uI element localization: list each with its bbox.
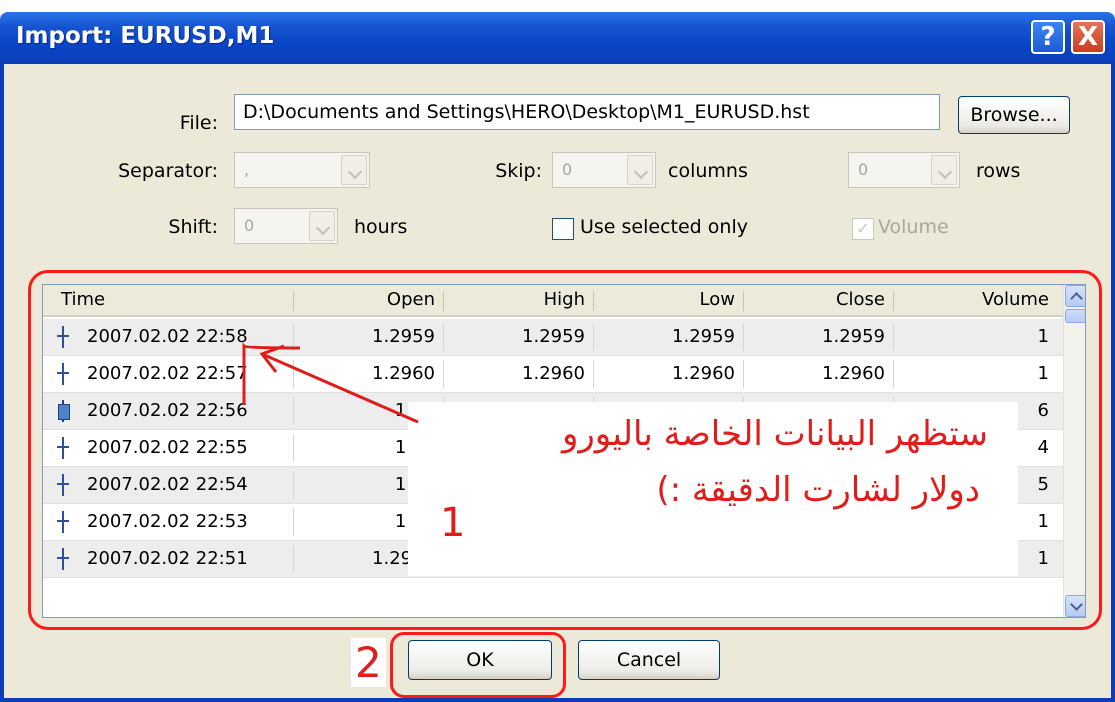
separator-value: ,	[244, 160, 250, 179]
file-path-field[interactable]: D:\Documents and Settings\HERO\Desktop\M…	[234, 94, 940, 130]
title-bar[interactable]: Import: EURUSD,M1 ? X	[0, 12, 1115, 64]
highlight-ok-box	[390, 632, 566, 698]
use-selected-checkbox[interactable]	[552, 218, 574, 240]
cancel-button[interactable]: Cancel	[578, 640, 720, 680]
step-number-2: 2	[351, 638, 386, 687]
shift-value: 0	[244, 216, 255, 235]
hours-label: hours	[354, 216, 408, 238]
columns-label: columns	[668, 160, 748, 182]
separator-label: Separator:	[118, 160, 218, 182]
separator-select[interactable]: ,	[234, 152, 370, 188]
skip-label: Skip:	[495, 160, 542, 182]
file-label: File:	[179, 112, 218, 134]
skip-rows-select[interactable]: 0	[848, 152, 960, 188]
chevron-down-icon[interactable]	[931, 155, 957, 185]
chevron-down-icon[interactable]	[309, 211, 335, 241]
chevron-down-icon[interactable]	[341, 155, 367, 185]
volume-label: Volume	[878, 216, 949, 238]
use-selected-label[interactable]: Use selected only	[580, 216, 748, 238]
skip-columns-select[interactable]: 0	[552, 152, 656, 188]
chevron-down-icon[interactable]	[627, 155, 653, 185]
shift-select[interactable]: 0	[234, 208, 338, 244]
rows-label: rows	[976, 160, 1021, 182]
skip-columns-value: 0	[562, 160, 573, 179]
highlight-table-box	[28, 270, 1102, 630]
help-button[interactable]: ?	[1031, 20, 1065, 54]
browse-button[interactable]: Browse...	[958, 96, 1070, 134]
close-button[interactable]: X	[1071, 20, 1105, 54]
help-icon: ?	[1040, 22, 1056, 52]
check-icon: ✓	[856, 219, 870, 238]
skip-rows-value: 0	[858, 160, 869, 179]
shift-label: Shift:	[168, 216, 218, 238]
close-icon: X	[1077, 22, 1099, 52]
window-title: Import: EURUSD,M1	[16, 23, 275, 49]
volume-checkbox[interactable]: ✓	[852, 218, 874, 240]
